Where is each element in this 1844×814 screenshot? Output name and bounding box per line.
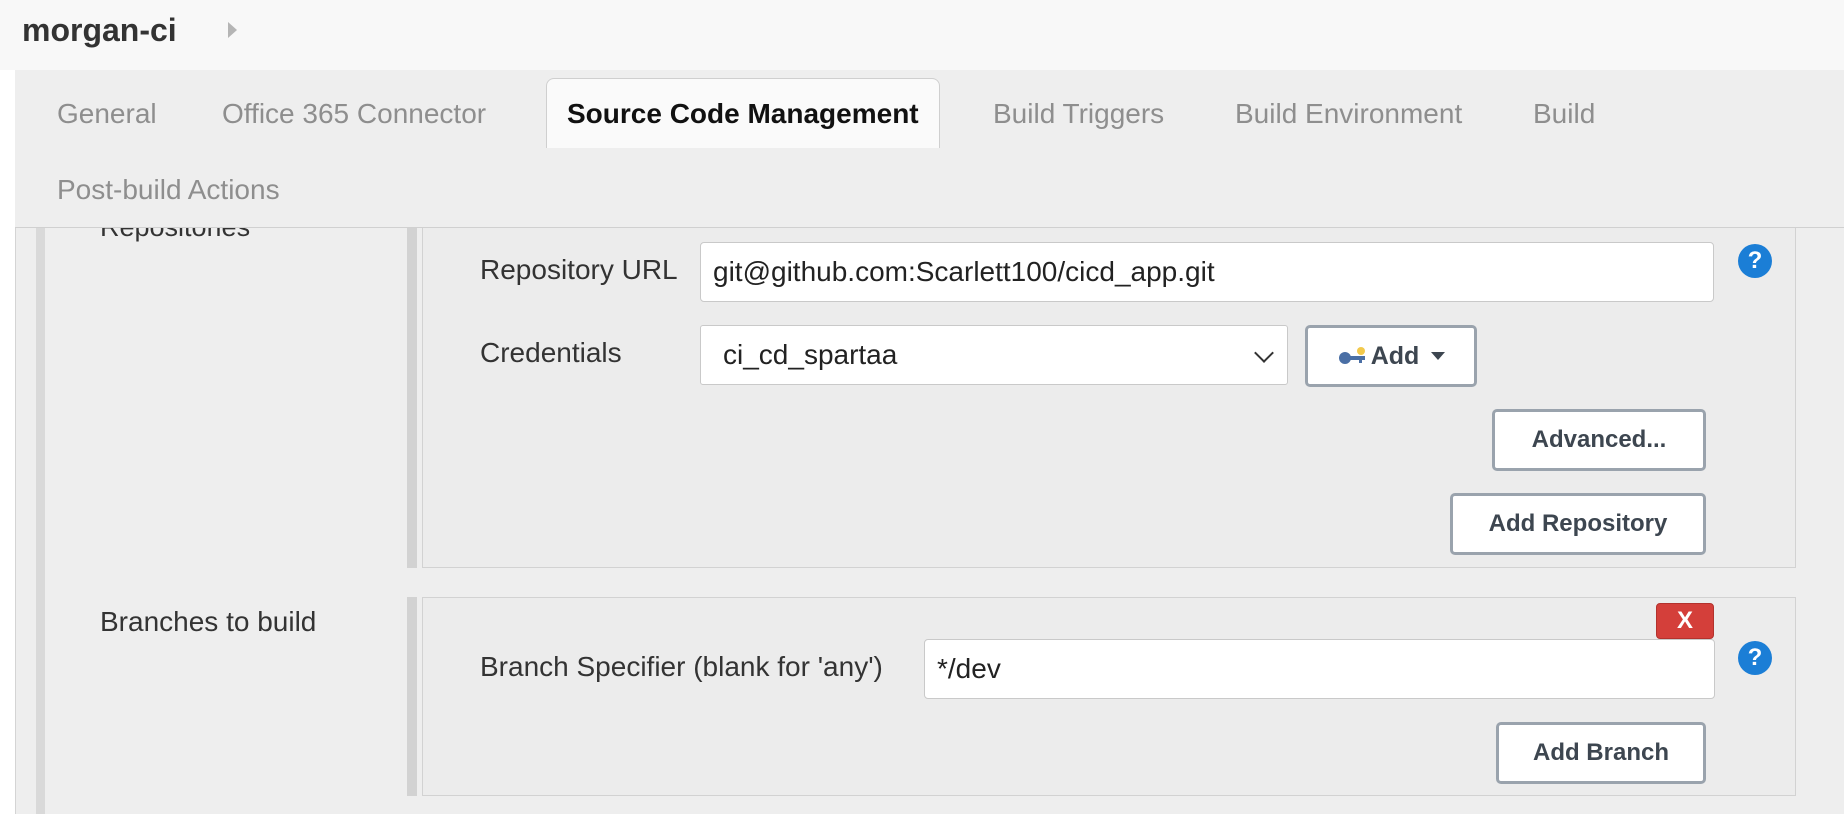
branch-specifier-input[interactable] (924, 639, 1715, 699)
tab-build[interactable]: Build (1533, 97, 1595, 131)
advanced-button[interactable]: Advanced... (1492, 409, 1706, 471)
credentials-select[interactable]: ci_cd_spartaa (700, 325, 1288, 385)
key-icon (1338, 347, 1365, 364)
repository-panel-accent (407, 226, 417, 568)
section-indent-bar (36, 226, 45, 814)
breadcrumb-arrow-icon[interactable] (228, 22, 237, 38)
branch-specifier-help-icon[interactable]: ? (1738, 641, 1772, 675)
branches-to-build-label: Branches to build (100, 606, 317, 637)
repository-url-label: Repository URL (480, 254, 678, 285)
add-branch-button[interactable]: Add Branch (1496, 722, 1706, 784)
add-credentials-label: Add (1370, 341, 1420, 370)
branch-panel-accent (407, 597, 417, 796)
delete-branch-button[interactable]: X (1656, 603, 1714, 639)
tab-general[interactable]: General (57, 97, 157, 131)
tab-office-365-connector[interactable]: Office 365 Connector (222, 97, 486, 131)
repository-url-input[interactable] (700, 242, 1714, 302)
add-repository-button[interactable]: Add Repository (1450, 493, 1706, 555)
chevron-down-icon (1254, 343, 1274, 363)
top-bar: morgan-ci (0, 0, 1844, 71)
add-credentials-button[interactable]: Add (1305, 325, 1477, 387)
credentials-selected-value: ci_cd_spartaa (723, 339, 898, 370)
job-title-link[interactable]: morgan-ci (22, 12, 177, 49)
config-tab-bar: General Office 365 Connector Source Code… (15, 70, 1844, 228)
caret-down-icon (1431, 352, 1446, 360)
tab-post-build-actions[interactable]: Post-build Actions (57, 173, 280, 207)
branch-specifier-label: Branch Specifier (blank for 'any') (480, 651, 883, 682)
credentials-label: Credentials (480, 337, 622, 368)
tab-build-environment[interactable]: Build Environment (1235, 97, 1462, 131)
left-gutter (0, 70, 16, 814)
tab-build-triggers[interactable]: Build Triggers (993, 97, 1164, 131)
tab-source-code-management[interactable]: Source Code Management (546, 78, 940, 148)
repository-url-help-icon[interactable]: ? (1738, 244, 1772, 278)
